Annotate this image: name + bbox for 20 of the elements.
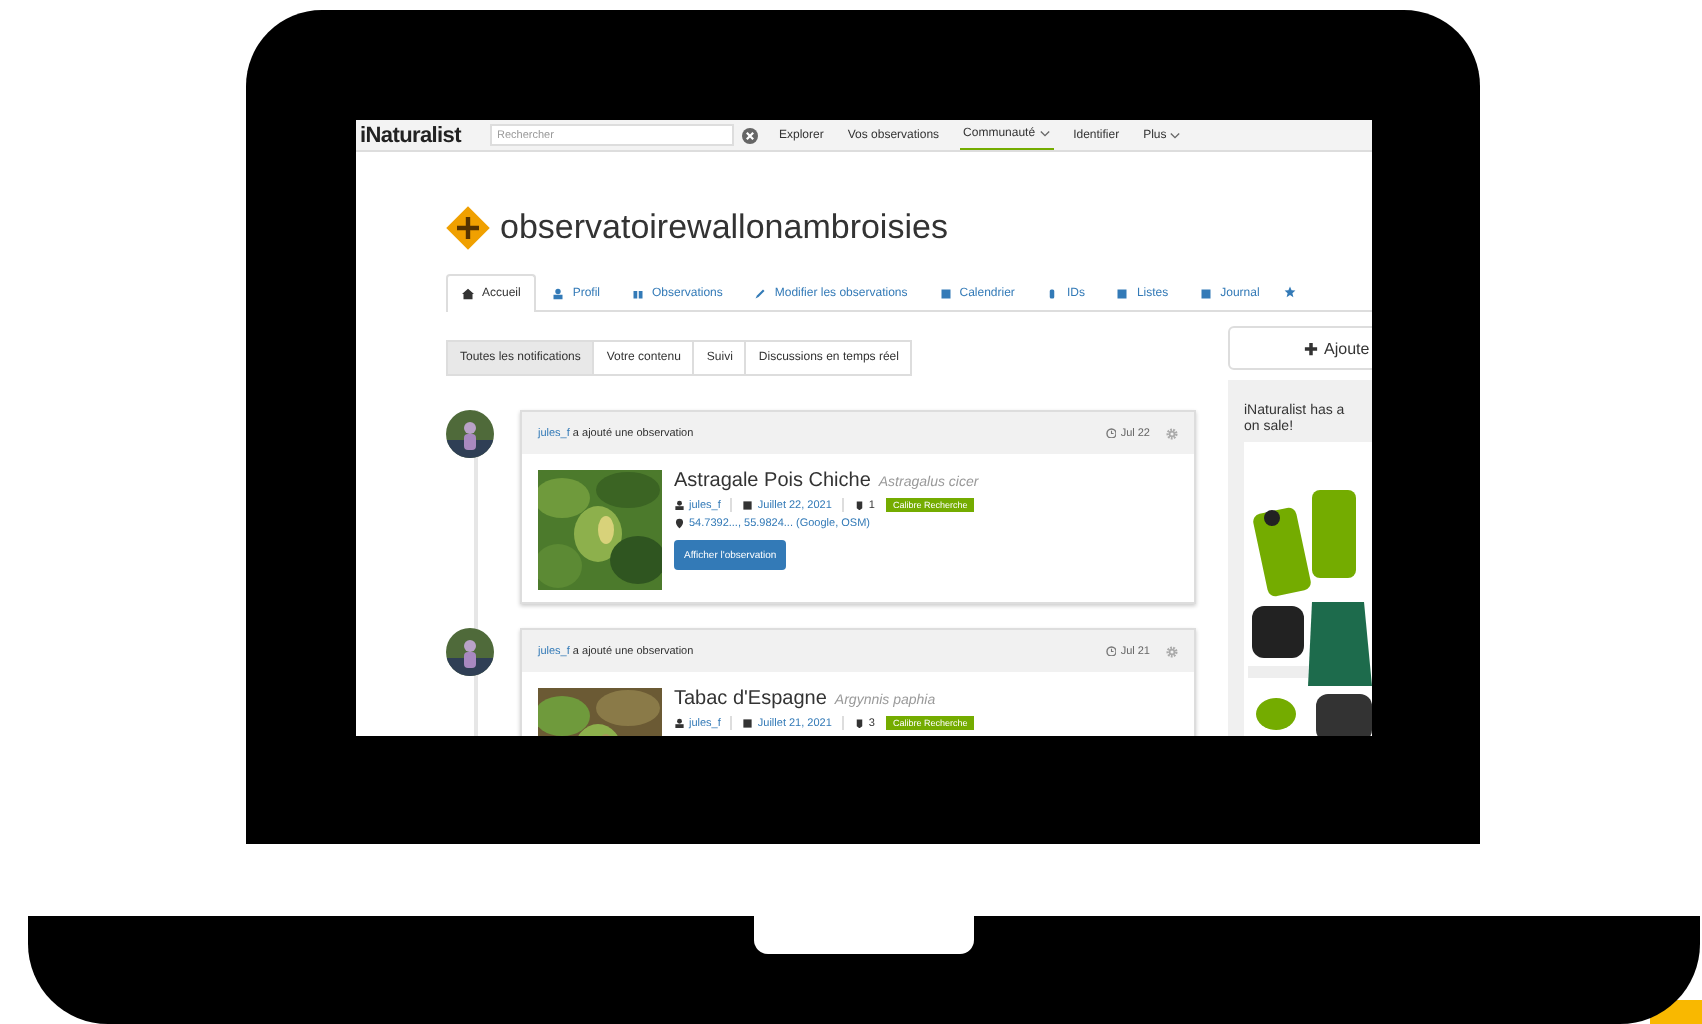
pencil-icon: [754, 287, 767, 299]
clock-icon: [1105, 645, 1117, 657]
site-logo[interactable]: iNaturalist: [360, 123, 461, 147]
avatar[interactable]: [446, 628, 494, 676]
common-name[interactable]: Astragale Pois Chiche: [674, 470, 871, 492]
location-pin-icon: [674, 518, 685, 530]
user-icon: [674, 499, 685, 511]
user-icon: [674, 717, 685, 729]
clear-icon[interactable]: [741, 127, 757, 143]
profile-name: observatoirewallonambroisies: [500, 208, 948, 248]
comment-icon: [853, 717, 865, 729]
common-name[interactable]: Tabac d'Espagne: [674, 688, 827, 710]
user-icon: [552, 287, 565, 299]
clock-icon: [1105, 427, 1117, 439]
home-icon: [462, 288, 474, 300]
avatar[interactable]: [446, 410, 494, 458]
comment-icon: [853, 499, 865, 511]
star-icon[interactable]: [1283, 286, 1296, 298]
add-button[interactable]: Ajoute: [1228, 326, 1372, 370]
plus-icon: [1304, 341, 1318, 355]
